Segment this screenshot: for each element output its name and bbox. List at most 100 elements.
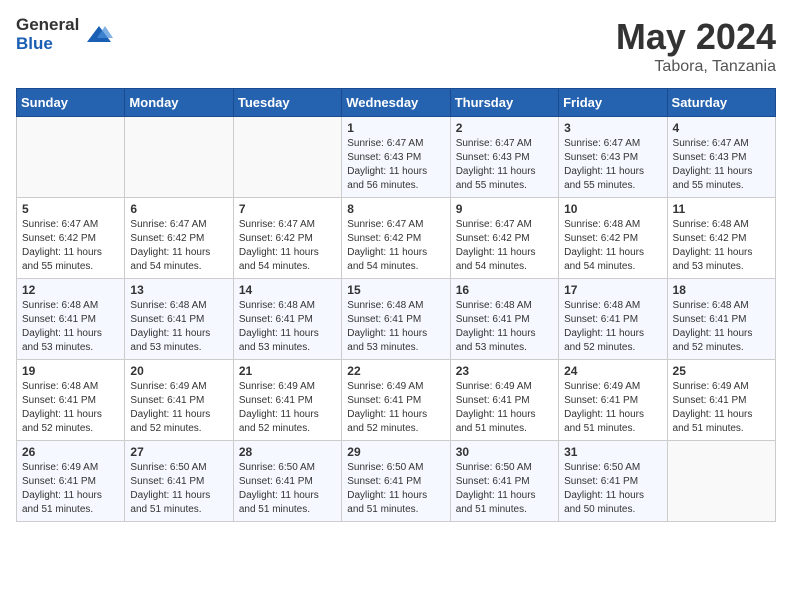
day-info: Sunrise: 6:48 AMSunset: 6:42 PMDaylight:… xyxy=(673,218,770,274)
day-info: Sunrise: 6:48 AMSunset: 6:41 PMDaylight:… xyxy=(239,299,336,355)
day-number: 9 xyxy=(456,202,553,216)
title-block: May 2024 Tabora, Tanzania xyxy=(616,16,776,76)
logo-general: General xyxy=(16,16,79,35)
calendar-cell: 21 Sunrise: 6:49 AMSunset: 6:41 PMDayligh… xyxy=(233,360,341,441)
calendar-header: Sunday Monday Tuesday Wednesday Thursday… xyxy=(17,89,776,117)
day-number: 8 xyxy=(347,202,444,216)
calendar-week-4: 19 Sunrise: 6:48 AMSunset: 6:41 PMDayligh… xyxy=(17,360,776,441)
calendar-cell: 24Sunrise: 6:49 AMSunset: 6:41 PMDayligh… xyxy=(559,360,667,441)
day-number: 27 xyxy=(130,445,227,459)
calendar-table: Sunday Monday Tuesday Wednesday Thursday… xyxy=(16,88,776,522)
day-info: Sunrise: 6:48 AMSunset: 6:42 PMDaylight:… xyxy=(564,218,661,274)
calendar-cell: 28 Sunrise: 6:50 AMSunset: 6:41 PMDayligh… xyxy=(233,441,341,522)
day-number: 29 xyxy=(347,445,444,459)
calendar-cell: 27Sunrise: 6:50 AMSunset: 6:41 PMDayligh… xyxy=(125,441,233,522)
calendar-cell: 26Sunrise: 6:49 AMSunset: 6:41 PMDayligh… xyxy=(17,441,125,522)
day-info: Sunrise: 6:48 AMSunset: 6:41 PMDaylight:… xyxy=(564,299,661,355)
day-info: Sunrise: 6:49 AMSunset: 6:41 PMDaylight:… xyxy=(456,380,553,436)
calendar-cell: 18 Sunrise: 6:48 AMSunset: 6:41 PMDayligh… xyxy=(667,279,775,360)
day-number: 17 xyxy=(564,283,661,297)
day-info: Sunrise: 6:48 AMSunset: 6:41 PMDaylight:… xyxy=(456,299,553,355)
main-title: May 2024 xyxy=(616,16,776,58)
calendar-cell: 17 Sunrise: 6:48 AMSunset: 6:41 PMDayligh… xyxy=(559,279,667,360)
day-number: 12 xyxy=(22,283,119,297)
header-tuesday: Tuesday xyxy=(233,89,341,117)
subtitle: Tabora, Tanzania xyxy=(616,58,776,76)
day-info: Sunrise: 6:47 AMSunset: 6:43 PMDaylight:… xyxy=(347,137,444,193)
day-number: 23 xyxy=(456,364,553,378)
day-number: 2 xyxy=(456,121,553,135)
calendar-cell: 10Sunrise: 6:48 AMSunset: 6:42 PMDayligh… xyxy=(559,198,667,279)
calendar-cell xyxy=(667,441,775,522)
day-info: Sunrise: 6:47 AMSunset: 6:43 PMDaylight:… xyxy=(564,137,661,193)
calendar-cell: 30 Sunrise: 6:50 AMSunset: 6:41 PMDayligh… xyxy=(450,441,558,522)
calendar-cell: 15Sunrise: 6:48 AMSunset: 6:41 PMDayligh… xyxy=(342,279,450,360)
day-info: Sunrise: 6:49 AMSunset: 6:41 PMDaylight:… xyxy=(22,461,119,517)
logo-blue: Blue xyxy=(16,35,79,54)
header-sunday: Sunday xyxy=(17,89,125,117)
calendar-cell: 12 Sunrise: 6:48 AMSunset: 6:41 PMDayligh… xyxy=(17,279,125,360)
logo-icon xyxy=(85,24,113,46)
calendar-cell: 3 Sunrise: 6:47 AMSunset: 6:43 PMDaylight… xyxy=(559,117,667,198)
day-number: 19 xyxy=(22,364,119,378)
day-number: 24 xyxy=(564,364,661,378)
calendar-cell: 14 Sunrise: 6:48 AMSunset: 6:41 PMDayligh… xyxy=(233,279,341,360)
day-number: 22 xyxy=(347,364,444,378)
day-number: 7 xyxy=(239,202,336,216)
day-number: 31 xyxy=(564,445,661,459)
day-number: 30 xyxy=(456,445,553,459)
day-number: 1 xyxy=(347,121,444,135)
calendar-cell: 4Sunrise: 6:47 AMSunset: 6:43 PMDaylight… xyxy=(667,117,775,198)
day-number: 3 xyxy=(564,121,661,135)
day-info: Sunrise: 6:47 AMSunset: 6:42 PMDaylight:… xyxy=(130,218,227,274)
day-number: 11 xyxy=(673,202,770,216)
day-number: 21 xyxy=(239,364,336,378)
calendar-cell: 1 Sunrise: 6:47 AMSunset: 6:43 PMDaylight… xyxy=(342,117,450,198)
calendar-cell: 25Sunrise: 6:49 AMSunset: 6:41 PMDayligh… xyxy=(667,360,775,441)
calendar-cell: 7 Sunrise: 6:47 AMSunset: 6:42 PMDaylight… xyxy=(233,198,341,279)
day-info: Sunrise: 6:50 AMSunset: 6:41 PMDaylight:… xyxy=(456,461,553,517)
day-number: 13 xyxy=(130,283,227,297)
calendar-cell xyxy=(233,117,341,198)
day-info: Sunrise: 6:48 AMSunset: 6:41 PMDaylight:… xyxy=(673,299,770,355)
header-saturday: Saturday xyxy=(667,89,775,117)
day-number: 5 xyxy=(22,202,119,216)
day-info: Sunrise: 6:48 AMSunset: 6:41 PMDaylight:… xyxy=(130,299,227,355)
header-thursday: Thursday xyxy=(450,89,558,117)
day-info: Sunrise: 6:49 AMSunset: 6:41 PMDaylight:… xyxy=(673,380,770,436)
day-number: 16 xyxy=(456,283,553,297)
day-info: Sunrise: 6:50 AMSunset: 6:41 PMDaylight:… xyxy=(347,461,444,517)
calendar-cell: 31 Sunrise: 6:50 AMSunset: 6:41 PMDayligh… xyxy=(559,441,667,522)
day-info: Sunrise: 6:50 AMSunset: 6:41 PMDaylight:… xyxy=(239,461,336,517)
calendar-week-1: 1 Sunrise: 6:47 AMSunset: 6:43 PMDaylight… xyxy=(17,117,776,198)
calendar-cell: 11 Sunrise: 6:48 AMSunset: 6:42 PMDayligh… xyxy=(667,198,775,279)
calendar-cell: 5 Sunrise: 6:47 AMSunset: 6:42 PMDaylight… xyxy=(17,198,125,279)
day-number: 18 xyxy=(673,283,770,297)
day-number: 6 xyxy=(130,202,227,216)
calendar-body: 1 Sunrise: 6:47 AMSunset: 6:43 PMDaylight… xyxy=(17,117,776,522)
calendar-cell xyxy=(17,117,125,198)
calendar-cell: 9 Sunrise: 6:47 AMSunset: 6:42 PMDaylight… xyxy=(450,198,558,279)
day-info: Sunrise: 6:47 AMSunset: 6:42 PMDaylight:… xyxy=(239,218,336,274)
calendar-cell: 19 Sunrise: 6:48 AMSunset: 6:41 PMDayligh… xyxy=(17,360,125,441)
day-number: 20 xyxy=(130,364,227,378)
calendar-week-2: 5 Sunrise: 6:47 AMSunset: 6:42 PMDaylight… xyxy=(17,198,776,279)
calendar-cell: 23 Sunrise: 6:49 AMSunset: 6:41 PMDayligh… xyxy=(450,360,558,441)
day-info: Sunrise: 6:47 AMSunset: 6:43 PMDaylight:… xyxy=(456,137,553,193)
day-info: Sunrise: 6:47 AMSunset: 6:42 PMDaylight:… xyxy=(22,218,119,274)
day-number: 14 xyxy=(239,283,336,297)
calendar-cell: 29 Sunrise: 6:50 AMSunset: 6:41 PMDayligh… xyxy=(342,441,450,522)
day-info: Sunrise: 6:50 AMSunset: 6:41 PMDaylight:… xyxy=(564,461,661,517)
day-info: Sunrise: 6:47 AMSunset: 6:42 PMDaylight:… xyxy=(456,218,553,274)
calendar-cell: 6 Sunrise: 6:47 AMSunset: 6:42 PMDaylight… xyxy=(125,198,233,279)
day-info: Sunrise: 6:49 AMSunset: 6:41 PMDaylight:… xyxy=(239,380,336,436)
day-info: Sunrise: 6:47 AMSunset: 6:42 PMDaylight:… xyxy=(347,218,444,274)
day-number: 4 xyxy=(673,121,770,135)
calendar-week-3: 12 Sunrise: 6:48 AMSunset: 6:41 PMDayligh… xyxy=(17,279,776,360)
logo: General Blue xyxy=(16,16,113,53)
header-monday: Monday xyxy=(125,89,233,117)
header-friday: Friday xyxy=(559,89,667,117)
day-info: Sunrise: 6:48 AMSunset: 6:41 PMDaylight:… xyxy=(22,380,119,436)
day-number: 28 xyxy=(239,445,336,459)
day-info: Sunrise: 6:48 AMSunset: 6:41 PMDaylight:… xyxy=(22,299,119,355)
